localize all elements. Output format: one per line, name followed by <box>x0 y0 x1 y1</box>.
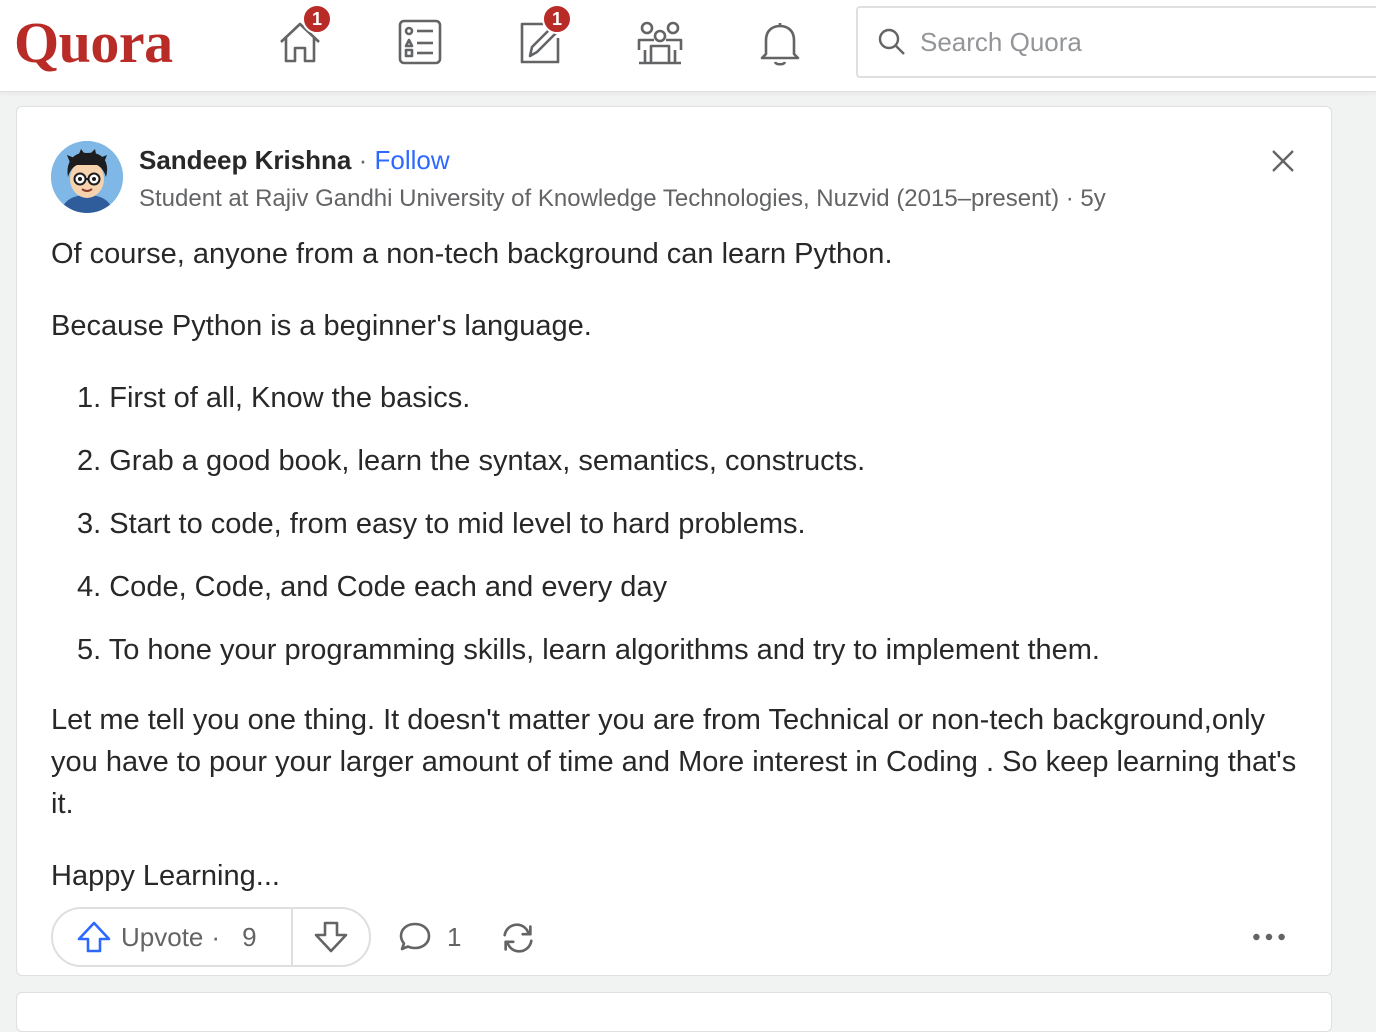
nav-notifications[interactable] <box>752 14 808 70</box>
upvote-label: Upvote <box>121 921 204 952</box>
downvote-arrow-icon <box>314 921 348 953</box>
author-separator: · <box>351 145 375 175</box>
comment-icon <box>399 922 431 951</box>
bell-icon <box>760 23 800 66</box>
downvote-button[interactable] <box>293 909 369 965</box>
answer-paragraph: Of course, anyone from a non-tech backgr… <box>51 238 893 270</box>
comment-count: 1 <box>447 921 462 952</box>
list-item: 1. First of all, Know the basics. <box>77 382 471 414</box>
vote-controls: Upvote · 9 <box>51 907 371 967</box>
list-item: 4. Code, Code, and Code each and every d… <box>77 571 668 603</box>
answer-card: Sandeep Krishna · Follow Student at Raji… <box>16 106 1332 976</box>
upvote-arrow-icon <box>77 921 111 953</box>
following-icon <box>398 19 442 65</box>
nav-home[interactable]: 1 <box>272 4 332 70</box>
search-input[interactable] <box>918 25 1358 59</box>
upvote-count: 9 <box>242 921 257 952</box>
share-button[interactable] <box>497 917 539 959</box>
search-box[interactable] <box>856 6 1376 78</box>
list-item: 5. To hone your programming skills, lear… <box>77 634 1100 666</box>
quora-logo[interactable]: Quora <box>14 8 173 78</box>
more-options-button[interactable] <box>1247 919 1291 955</box>
home-badge: 1 <box>302 4 332 34</box>
close-button[interactable] <box>1265 143 1301 179</box>
share-icon <box>503 923 533 953</box>
list-item: 3. Start to code, from easy to mid level… <box>77 508 806 540</box>
top-nav-bar: Quora 1 1 <box>0 0 1376 92</box>
author-credential[interactable]: Student at Rajiv Gandhi University of Kn… <box>139 185 1106 213</box>
list-item: 2. Grab a good book, learn the syntax, s… <box>77 445 866 477</box>
author-name[interactable]: Sandeep Krishna <box>139 145 351 175</box>
nav-following[interactable] <box>392 14 448 70</box>
next-feed-card <box>16 992 1332 1032</box>
upvote-button[interactable]: Upvote · 9 <box>53 909 293 965</box>
author-line: Sandeep Krishna · Follow <box>139 145 450 176</box>
comment-button[interactable]: 1 <box>397 915 461 959</box>
close-icon <box>1272 150 1294 172</box>
nav-spaces[interactable] <box>632 14 688 70</box>
more-dots-icon <box>1253 933 1285 941</box>
follow-button[interactable]: Follow <box>375 145 450 175</box>
upvote-separator: · <box>211 921 221 952</box>
answer-paragraph: Let me tell you one thing. It doesn't ma… <box>51 704 1297 820</box>
answer-paragraph: Because Python is a beginner's language. <box>51 310 592 342</box>
answer-badge: 1 <box>542 4 572 34</box>
search-icon <box>878 28 905 55</box>
author-avatar-icon <box>51 141 123 213</box>
nav-answer[interactable]: 1 <box>512 4 572 70</box>
avatar[interactable] <box>51 141 123 213</box>
spaces-icon <box>637 21 683 65</box>
answer-list: 1. First of all, Know the basics. 2. Gra… <box>77 377 1297 692</box>
answer-paragraph: Happy Learning... <box>51 860 280 892</box>
